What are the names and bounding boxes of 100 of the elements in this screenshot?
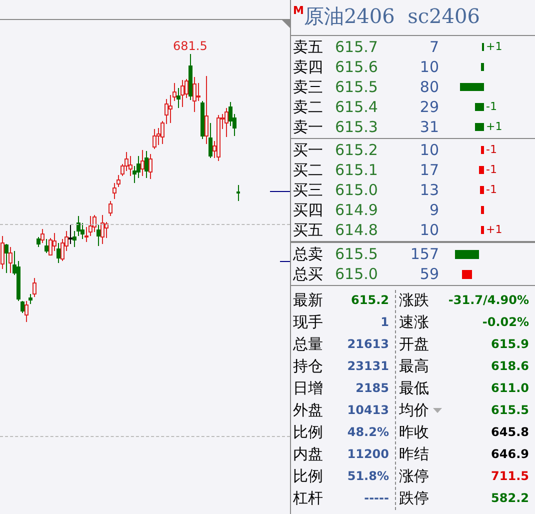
stat-label: 涨跌 — [398, 290, 430, 311]
level-quantity: 9 — [428, 200, 439, 221]
level-label: 卖一 — [292, 116, 324, 138]
stat-value: 21613 — [346, 336, 390, 353]
stat-value: ----- — [363, 490, 390, 507]
stat-label: 最低 — [398, 378, 430, 399]
total-label: 总卖 — [292, 244, 324, 265]
level-price: 615.5 — [335, 76, 379, 98]
stat-value: 23131 — [346, 358, 390, 375]
level-quantity: 7 — [428, 36, 439, 58]
volume-bar — [481, 146, 484, 154]
market-letter: M — [293, 5, 304, 16]
level-quantity: 29 — [418, 96, 439, 118]
volume-bar — [474, 123, 484, 131]
level-quantity: 17 — [418, 160, 439, 181]
stat-value: 2185 — [354, 380, 390, 397]
total-price: 615.5 — [335, 244, 379, 265]
level-label: 买四 — [292, 200, 324, 221]
stat-label: 跌停 — [398, 488, 430, 509]
total-price: 615.0 — [335, 264, 379, 285]
level-price: 615.2 — [335, 140, 379, 161]
stat-value: 711.5 — [490, 468, 530, 485]
level-quantity: 13 — [418, 180, 439, 201]
stat-label: 涨停 — [398, 466, 430, 487]
contract-title: 原油2406 sc2406 — [304, 3, 480, 29]
volume-bar — [481, 206, 484, 214]
stat-value: 582.2 — [490, 490, 530, 507]
stat-label: 日增 — [292, 378, 324, 399]
stat-label: 昨收 — [398, 422, 430, 443]
level-label: 卖五 — [292, 36, 324, 58]
level-price: 615.6 — [335, 56, 379, 78]
stat-value: 1 — [380, 314, 390, 331]
stat-label: 杠杆 — [292, 488, 324, 509]
level-price: 615.0 — [335, 180, 379, 201]
stat-value: 48.2% — [346, 424, 390, 441]
stat-value: 646.9 — [490, 446, 530, 463]
level-price: 615.7 — [335, 36, 379, 58]
stat-label: 最高 — [398, 356, 430, 377]
stat-label: 持仓 — [292, 356, 324, 377]
volume-bar — [482, 43, 484, 51]
level-quantity: 80 — [418, 76, 439, 98]
level-price: 614.9 — [335, 200, 379, 221]
volume-bar — [460, 83, 484, 91]
stat-label: 比例 — [292, 466, 324, 487]
level-label: 买三 — [292, 180, 324, 201]
candle — [236, 184, 240, 202]
level-label: 买二 — [292, 160, 324, 181]
volume-bar — [480, 186, 484, 194]
change-text: +1 — [485, 38, 502, 55]
stat-value: 51.8% — [346, 468, 390, 485]
stat-value: 618.6 — [490, 358, 530, 375]
stat-label: 最新 — [292, 290, 324, 311]
change-text: -1 — [485, 162, 497, 178]
stat-label: 内盘 — [292, 444, 324, 465]
level-price: 614.8 — [335, 220, 379, 241]
price-line — [280, 261, 290, 262]
level-label: 卖四 — [292, 56, 324, 78]
level-price: 615.1 — [335, 160, 379, 181]
stat-label: 现手 — [292, 312, 324, 333]
stat-value: -0.02% — [481, 314, 530, 331]
volume-bar — [481, 226, 484, 234]
change-text: +1 — [485, 118, 502, 135]
level-quantity: 10 — [418, 220, 439, 241]
level-price: 615.4 — [335, 96, 379, 118]
stat-value: 615.5 — [490, 402, 530, 419]
level-quantity: 10 — [418, 56, 439, 78]
stat-value: 11200 — [346, 446, 390, 463]
level-label: 卖三 — [292, 76, 324, 98]
stat-label: 速涨 — [398, 312, 430, 333]
stat-value: 615.9 — [490, 336, 530, 353]
stat-label: 均价 — [398, 400, 430, 421]
stat-label: 外盘 — [292, 400, 324, 421]
volume-bar — [481, 63, 484, 71]
total-quantity: 59 — [418, 264, 439, 285]
level-quantity: 31 — [418, 116, 439, 138]
level-price: 615.3 — [335, 116, 379, 138]
dropdown-caret-icon[interactable] — [433, 408, 442, 412]
change-text: -1 — [485, 182, 497, 198]
peak-price-label: 681.5 — [173, 38, 208, 55]
stat-label: 比例 — [292, 422, 324, 443]
stat-label: 开盘 — [398, 334, 430, 355]
level-quantity: 10 — [418, 140, 439, 161]
stat-value: 645.8 — [490, 424, 530, 441]
level-label: 买一 — [292, 140, 324, 161]
volume-bar — [475, 103, 484, 111]
stat-label: 昨结 — [398, 444, 430, 465]
change-text: -1 — [485, 142, 497, 158]
stat-value: 611.0 — [490, 380, 530, 397]
stat-value: 10413 — [346, 402, 390, 419]
level-label: 卖二 — [292, 96, 324, 118]
total-label: 总买 — [292, 264, 324, 285]
stat-label: 总量 — [292, 334, 324, 355]
change-text: -1 — [485, 98, 497, 115]
stat-value: 615.2 — [350, 292, 390, 309]
stat-value: -31.7/4.90% — [447, 292, 530, 309]
level-label: 买五 — [292, 220, 324, 241]
volume-bar — [478, 166, 484, 174]
price-line — [270, 191, 290, 192]
total-quantity: 157 — [409, 244, 439, 265]
change-text: +1 — [485, 222, 502, 238]
